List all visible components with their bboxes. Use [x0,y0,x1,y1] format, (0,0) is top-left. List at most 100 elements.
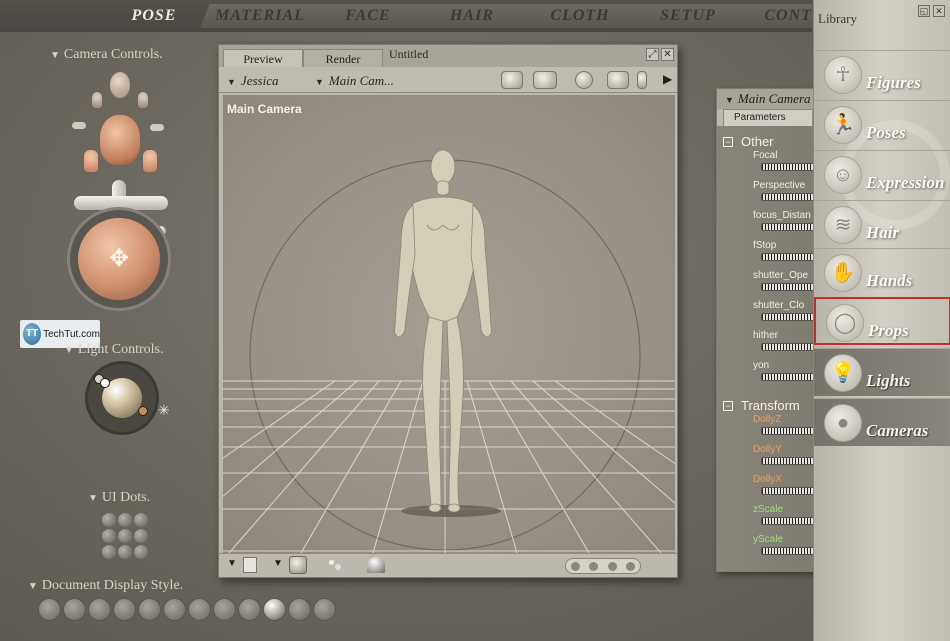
tab-content[interactable]: CONTE [734,4,812,28]
tab-parameters[interactable]: Parameters [723,109,813,126]
ui-dot[interactable] [134,513,148,527]
camera-view-icon[interactable] [501,71,523,89]
parameter-row: Perspective [753,180,815,208]
ui-dots-title[interactable]: ▼ UI Dots. [88,490,150,506]
ui-dot[interactable] [134,529,148,543]
parameter-dial[interactable] [761,343,815,351]
background-color-icon[interactable] [243,557,257,573]
parameter-row: DollyZ [753,414,815,442]
parameter-dial[interactable] [761,547,815,555]
light-controls-title[interactable]: ▼ Light Controls. [64,342,163,358]
parameter-dial[interactable] [761,253,815,261]
parameter-dial[interactable] [761,193,815,201]
dots-icon[interactable] [329,558,347,574]
parameters-header[interactable]: ▼ Main Camera [717,89,815,109]
parameter-dial[interactable] [761,427,815,435]
parameter-group-transform[interactable]: − Transform [723,398,800,413]
wireframe-style-button[interactable] [88,598,111,621]
parameter-dial[interactable] [761,373,815,381]
ui-dot[interactable] [102,529,116,543]
smooth-lined-style-button[interactable] [288,598,311,621]
trackball-icon[interactable]: ✥ [78,218,160,300]
maximize-icon[interactable]: ⤢ [646,48,659,61]
cartoon-style-button[interactable] [213,598,236,621]
flat-lined-style-button[interactable] [188,598,211,621]
camera-face-icon[interactable] [110,72,130,98]
3d-viewport[interactable]: Main Camera [223,95,675,553]
figure-select[interactable]: ▼ Jessica [227,73,278,89]
multi-view-icon[interactable] [533,71,557,89]
document-display-style-title[interactable]: ▼ Document Display Style. [28,578,183,594]
ui-dot[interactable] [118,529,132,543]
light-controls-dial[interactable] [88,364,156,432]
light-bulb-icon[interactable] [367,557,385,573]
parameter-dial[interactable] [761,457,815,465]
library-item-hands[interactable]: ✋ Hands [814,248,950,296]
view-navigation-pill[interactable] [565,558,641,574]
parameter-group-other[interactable]: − Other [723,134,774,149]
ground-shadow-icon[interactable] [289,556,307,574]
tab-hair[interactable]: HAIR [412,4,532,28]
dropdown-arrow-icon[interactable]: ▼ [273,558,283,569]
close-icon[interactable]: ✕ [933,5,945,17]
flat-shaded-style-button[interactable] [163,598,186,621]
close-icon[interactable]: ✕ [661,48,674,61]
move-icon[interactable] [607,71,629,89]
minimize-icon[interactable]: ◱ [918,5,930,17]
hidden-line-style-button[interactable] [113,598,136,621]
tab-render[interactable]: Render [303,49,383,67]
outline-style-button[interactable] [63,598,86,621]
library-item-hair[interactable]: ≋ Hair [814,200,950,248]
scale-icon[interactable] [637,71,647,89]
camera-scale-ball-icon[interactable] [156,226,166,236]
main-camera-head-icon[interactable] [100,115,140,165]
library-item-label: Expression [866,173,945,192]
camera-pan-horizontal-icon[interactable] [74,196,168,210]
parameter-dial[interactable] [761,487,815,495]
library-item-cameras[interactable]: ● Cameras [814,398,950,446]
ui-dot[interactable] [102,513,116,527]
left-hand-camera-icon[interactable] [84,150,98,172]
camera-controls-title[interactable]: ▼ Camera Controls. [50,47,163,63]
texture-shaded-style-button[interactable] [313,598,336,621]
left-hand-icon[interactable] [92,92,102,108]
light-handle-icon[interactable] [100,378,110,388]
library-item-expression[interactable]: ☺ Expression [814,150,950,198]
ui-dot[interactable] [118,513,132,527]
parameter-dial[interactable] [761,517,815,525]
parameter-dial[interactable] [761,223,815,231]
tab-face[interactable]: FACE [308,4,428,28]
ui-dot[interactable] [134,545,148,559]
smooth-shaded-style-button[interactable] [263,598,286,621]
tab-preview[interactable]: Preview [223,49,303,67]
library-item-figures[interactable]: ☥ Figures [814,50,950,98]
camera-rotate-left-icon[interactable] [72,122,86,129]
library-item-props[interactable]: ◯ Props [814,297,950,345]
silhouette-style-button[interactable] [38,598,61,621]
parameter-dial[interactable] [761,313,815,321]
ui-dot[interactable] [102,545,116,559]
light-sun-icon[interactable]: ✳ [158,402,170,419]
play-arrow-icon[interactable]: ▶ [663,72,672,86]
tab-pose[interactable]: POSE [94,4,214,28]
right-hand-icon[interactable] [138,92,148,108]
right-hand-camera-icon[interactable] [143,150,157,172]
dropdown-arrow-icon[interactable]: ▼ [227,558,237,569]
parameter-dial[interactable] [761,283,815,291]
parameter-label: hither [753,330,779,341]
lit-wireframe-style-button[interactable] [138,598,161,621]
collapse-box-icon[interactable]: − [723,401,733,411]
ui-dot[interactable] [118,545,132,559]
tab-cloth[interactable]: CLOTH [520,4,640,28]
parameter-dial[interactable] [761,163,815,171]
library-item-poses[interactable]: 🏃 Poses [814,100,950,148]
tab-material[interactable]: MATERIAL [200,4,320,28]
collapse-box-icon[interactable]: − [723,137,733,147]
library-item-lights[interactable]: 💡 Lights [814,348,950,396]
tab-setup[interactable]: SETUP [628,4,748,28]
rotate-icon[interactable] [575,71,593,89]
camera-select[interactable]: ▼ Main Cam... [315,73,394,89]
light-handle-icon[interactable] [138,406,148,416]
camera-rotate-right-icon[interactable] [150,124,164,131]
cartoon-lines-style-button[interactable] [238,598,261,621]
